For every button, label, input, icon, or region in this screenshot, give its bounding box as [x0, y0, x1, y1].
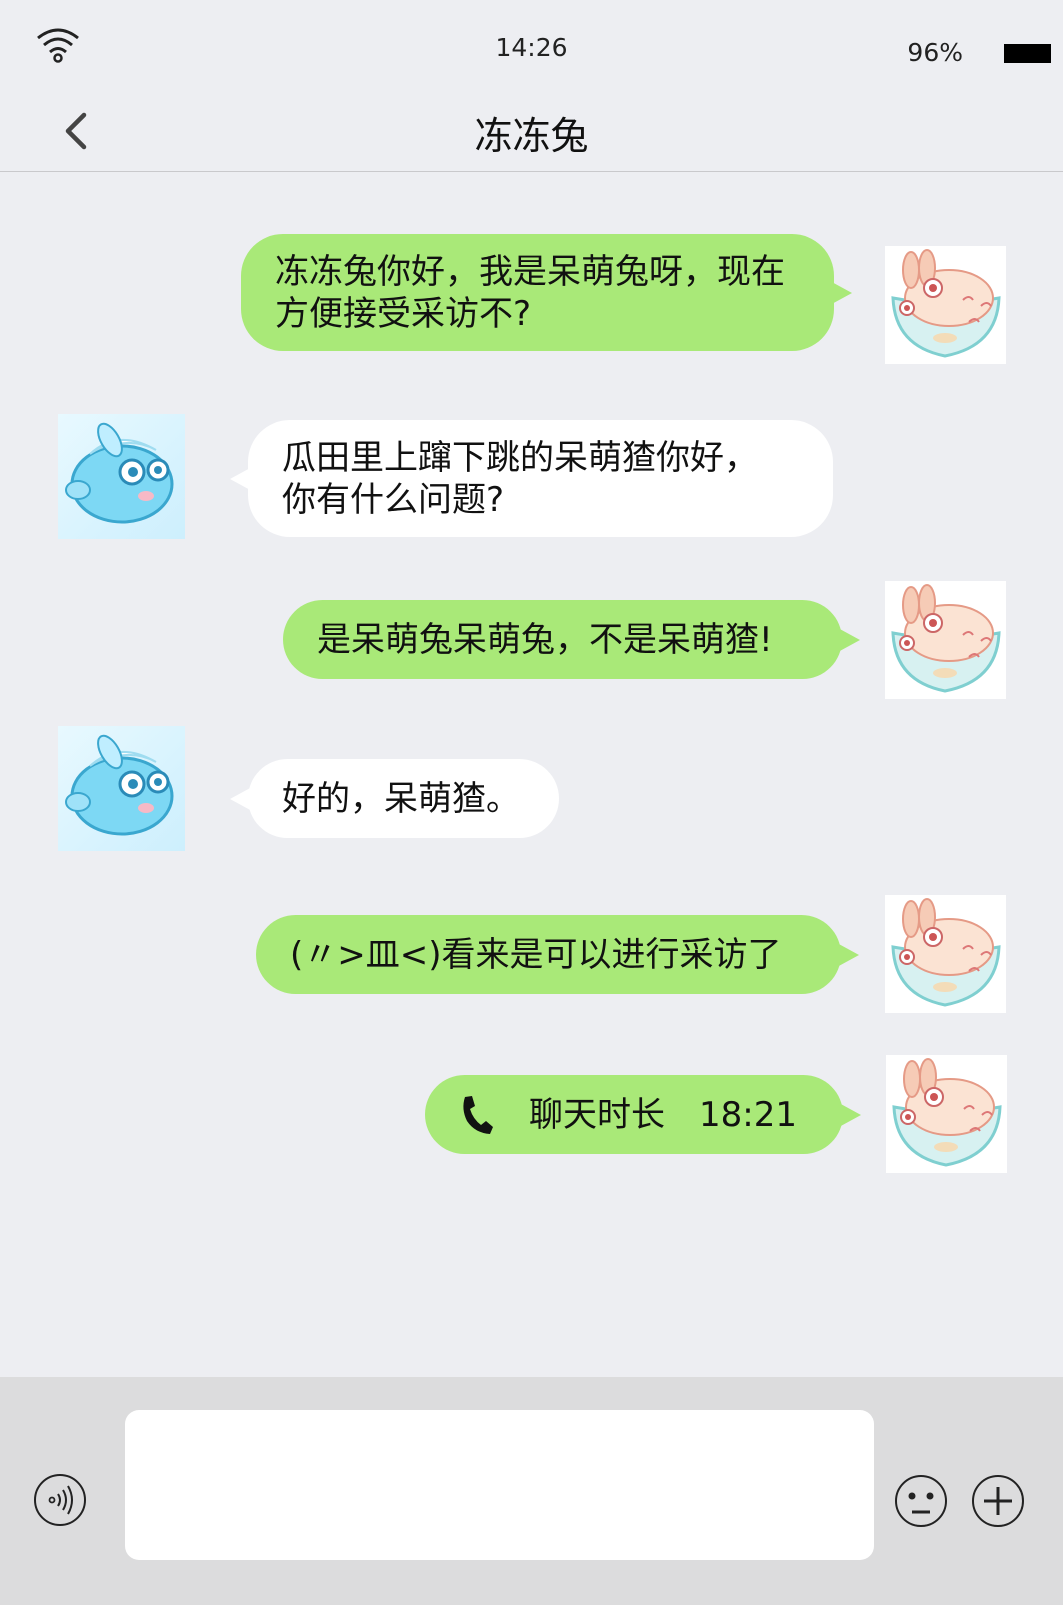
my-message-bubble[interactable]: 是呆萌兔呆萌兔，不是呆萌猹!: [283, 600, 860, 679]
contact-avatar[interactable]: [58, 414, 185, 539]
phone-icon: [463, 1095, 493, 1134]
plus-icon[interactable]: [971, 1474, 1025, 1528]
contact-message-bubble[interactable]: 好的，呆萌猹。: [230, 759, 559, 838]
my-avatar[interactable]: [885, 581, 1006, 699]
my-avatar[interactable]: [885, 246, 1006, 364]
rabbit-in-bowl-avatar-icon: [891, 249, 1001, 358]
page-title: 冻冻兔: [474, 114, 589, 158]
contact-avatar[interactable]: [58, 726, 185, 851]
frozen-rabbit-avatar-icon: [65, 422, 174, 524]
battery-icon: [1004, 44, 1051, 63]
frozen-rabbit-avatar-icon: [65, 734, 174, 836]
my-avatar[interactable]: [885, 895, 1006, 1013]
call-duration-label: 聊天时长: [529, 1094, 665, 1135]
battery-percentage: 96%: [907, 38, 963, 67]
my-message-bubble[interactable]: (〃>皿<)看来是可以进行采访了: [256, 915, 859, 994]
my-message-bubble[interactable]: 冻冻兔你好，我是呆萌兔呀，现在 方便接受采访不?: [241, 234, 852, 351]
status-time: 14:26: [495, 33, 568, 62]
rabbit-in-bowl-avatar-icon: [891, 898, 1001, 1007]
message-input[interactable]: [125, 1410, 874, 1560]
chat-message-list[interactable]: 冻冻兔你好，我是呆萌兔呀，现在 方便接受采访不? 瓜田里上蹿下跳的呆萌猹你好， …: [0, 172, 1063, 1376]
voice-icon: [48, 1485, 73, 1515]
rabbit-in-bowl-avatar-icon: [892, 1058, 1002, 1167]
call-record-bubble[interactable]: 聊天时长 18:21: [425, 1075, 861, 1154]
status-bar: 14:26 96%: [0, 0, 1063, 95]
call-duration-value: 18:21: [699, 1094, 797, 1135]
voice-input-button[interactable]: [34, 1474, 86, 1526]
input-bar: [0, 1377, 1063, 1605]
emoji-icon[interactable]: [894, 1474, 948, 1528]
rabbit-in-bowl-avatar-icon: [891, 584, 1001, 693]
contact-message-bubble[interactable]: 瓜田里上蹿下跳的呆萌猹你好， 你有什么问题?: [230, 420, 833, 537]
my-avatar[interactable]: [886, 1055, 1007, 1173]
nav-bar: 冻冻兔: [0, 95, 1063, 172]
